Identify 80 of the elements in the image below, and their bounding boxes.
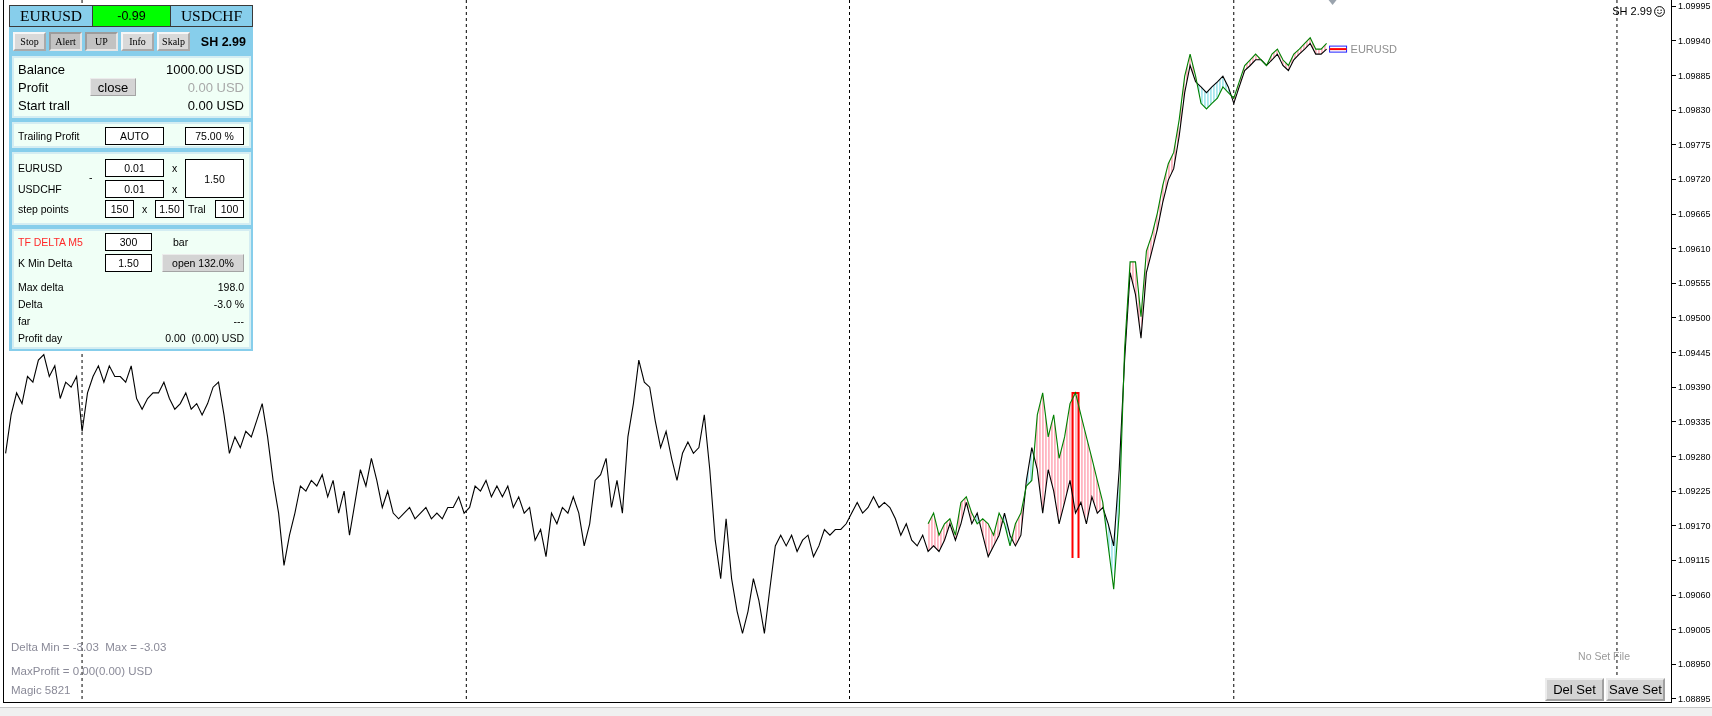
toolbar-button[interactable]: Info	[121, 32, 154, 51]
toolbar-button[interactable]: Alert	[49, 32, 82, 51]
price-label: 1.09610	[1678, 242, 1711, 255]
price-label: 1.09885	[1678, 69, 1711, 82]
price-label: 1.09665	[1678, 208, 1711, 221]
stat-value: ---	[233, 314, 244, 327]
symbol-label: EURUSD	[18, 162, 64, 174]
version-label: SH 2.99	[200, 34, 246, 49]
smiley-icon	[1654, 5, 1665, 17]
ratio-field[interactable]: 1.50	[185, 159, 244, 198]
price-label: 1.09335	[1678, 415, 1711, 428]
symbol-label: EURUSD	[9, 5, 93, 27]
symbol-label: USDCHF	[170, 5, 253, 27]
multiplier-field[interactable]: 1.50	[155, 200, 184, 218]
field-label: Profit	[18, 79, 50, 95]
field-label: Start trall	[18, 97, 71, 113]
multiply-sign: x	[170, 162, 179, 174]
field-label: TF DELTA M5	[18, 236, 84, 248]
field-label: K Min Delta	[18, 257, 74, 269]
step-field[interactable]: 150	[105, 200, 134, 218]
stat-label: Delta	[18, 297, 43, 310]
price-label: 1.09005	[1678, 623, 1711, 636]
price-label: 1.09830	[1678, 104, 1711, 117]
stat-value: 0.00 (0.00) USD	[165, 331, 244, 344]
mode-field[interactable]: AUTO	[105, 127, 164, 145]
value-text: 1000.00 USD	[164, 61, 244, 77]
k-min-field[interactable]: 1.50	[105, 254, 152, 272]
multiply-sign: x	[170, 183, 179, 195]
value-text: 0.00 USD	[186, 97, 244, 113]
field-label: Trailing Profit	[18, 130, 81, 142]
price-label: 1.09170	[1678, 519, 1711, 532]
price-label: 1.09115	[1678, 554, 1710, 567]
info-text: MaxProfit = 0.00(0.00) USD	[11, 664, 154, 678]
price-label: 1.09775	[1678, 138, 1711, 151]
price-label: 1.09995	[1678, 0, 1711, 13]
close-button[interactable]: close	[90, 78, 136, 96]
price-label: 1.09225	[1678, 485, 1711, 498]
save-set-button[interactable]: Save Set	[1606, 678, 1665, 701]
price-level-marker-icon	[1328, 45, 1348, 53]
shift-marker-icon	[1328, 0, 1337, 5]
set-file-status: No Set File	[1578, 650, 1630, 662]
lot-field[interactable]: 0.01	[105, 159, 164, 177]
minus-sign: -	[89, 171, 94, 183]
info-text: Magic 5821	[11, 683, 72, 697]
field-label: Balance	[18, 61, 66, 77]
price-label: 1.09555	[1678, 277, 1711, 290]
price-label: 1.09445	[1678, 346, 1711, 359]
unit-label: bar	[173, 236, 189, 248]
toolbar-button[interactable]: Skalp	[157, 32, 190, 51]
version-label: SH 2.99	[1612, 5, 1652, 17]
price-label: 1.08895	[1678, 692, 1711, 705]
price-label: 1.09720	[1678, 173, 1711, 186]
tral-field[interactable]: 100	[215, 200, 244, 218]
bottom-scrollbar[interactable]	[0, 707, 1712, 716]
field-label: Tral	[187, 203, 207, 215]
bars-field[interactable]: 300	[105, 233, 152, 251]
value-text: 0.00 USD	[186, 79, 244, 95]
delete-set-button[interactable]: Del Set	[1545, 678, 1604, 701]
profit-indicator: -0.99	[93, 5, 170, 27]
percent-field[interactable]: 75.00 %	[185, 127, 244, 145]
open-button[interactable]: open 132.0%	[162, 254, 244, 272]
stat-value: -3.0 %	[213, 297, 244, 310]
series-end-label: EURUSD	[1350, 43, 1398, 56]
price-label: 1.08950	[1678, 658, 1711, 671]
symbol-label: USDCHF	[18, 183, 63, 195]
stat-value: 198.0	[217, 280, 244, 293]
field-label: step points	[18, 203, 70, 215]
price-label: 1.09940	[1678, 34, 1711, 47]
toolbar-button[interactable]: UP	[85, 32, 118, 51]
info-text: Delta Min = -3.03 Max = -3.03	[11, 640, 167, 654]
price-label: 1.09280	[1678, 450, 1711, 463]
price-label: 1.09390	[1678, 381, 1711, 394]
toolbar-button[interactable]: Stop	[13, 32, 46, 51]
price-label: 1.09060	[1678, 589, 1711, 601]
stat-label: Max delta	[18, 280, 64, 293]
lot-field[interactable]: 0.01	[105, 180, 164, 198]
multiply-sign: x	[140, 203, 149, 215]
stat-label: far	[18, 314, 31, 327]
price-label: 1.09500	[1678, 311, 1711, 324]
stat-label: Profit day	[18, 331, 63, 344]
